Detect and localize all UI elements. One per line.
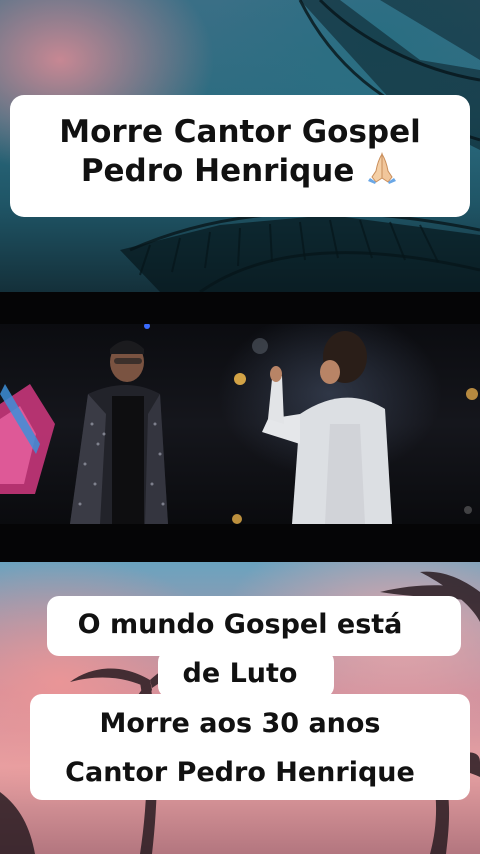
bottom-caption-line1: O mundo Gospel está <box>77 609 403 640</box>
top-caption: Morre Cantor Gospel Pedro Henrique <box>10 95 470 217</box>
concert-scene-image <box>0 324 478 524</box>
video-frame <box>0 324 480 524</box>
top-caption-line1: Morre Cantor Gospel <box>59 114 421 150</box>
top-caption-line2: Pedro Henrique <box>10 151 470 190</box>
top-caption-name: Pedro Henrique <box>80 153 355 189</box>
bottom-caption-line2: de Luto <box>182 658 298 689</box>
bottom-caption-line3: Morre aos 30 anos <box>99 708 381 739</box>
video-player[interactable] <box>0 292 480 562</box>
folded-hands-icon <box>368 152 397 184</box>
bottom-caption-line4: Cantor Pedro Henrique <box>65 757 415 788</box>
